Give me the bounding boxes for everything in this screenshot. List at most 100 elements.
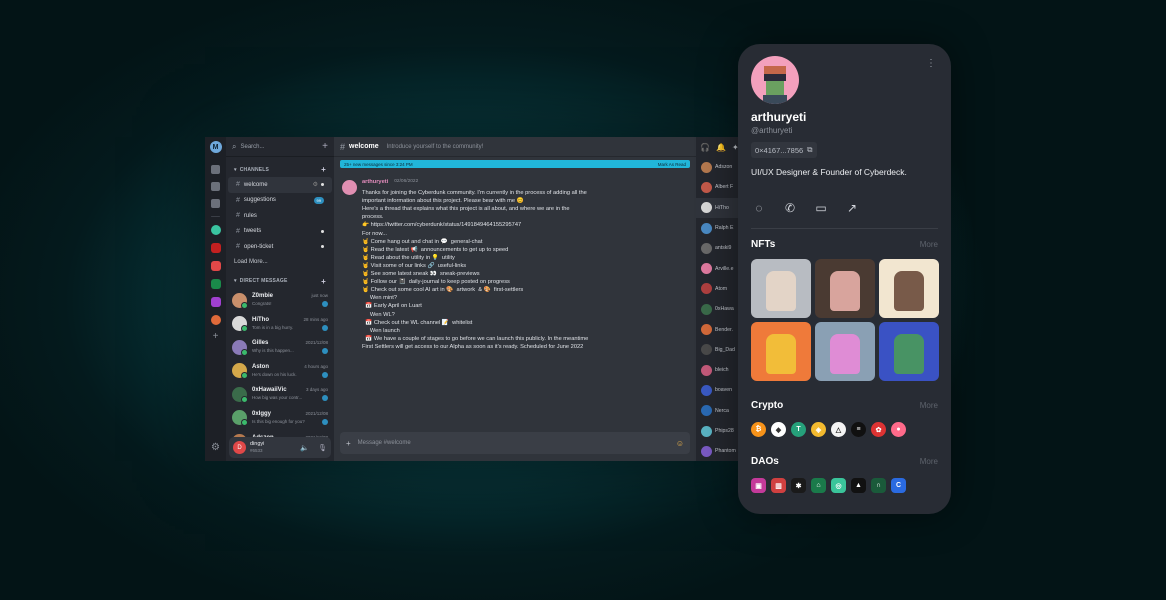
server-icon[interactable] — [210, 243, 221, 253]
dao-triangle-icon[interactable]: ▲ — [851, 478, 866, 493]
dao-c-icon[interactable]: C — [891, 478, 906, 493]
mushroom-icon[interactable]: ✿ — [871, 422, 886, 437]
message-bubble-icon[interactable]: ◌ — [753, 201, 765, 215]
server-icon[interactable] — [210, 297, 221, 307]
avatar[interactable] — [701, 202, 712, 214]
crypto-more-link[interactable]: More — [920, 401, 938, 410]
dao-red-icon[interactable]: ▥ — [771, 478, 786, 493]
app-logo-icon[interactable]: M — [209, 141, 222, 153]
settings-gear-icon[interactable]: ⚙ — [211, 442, 220, 453]
server-icon[interactable] — [210, 315, 221, 325]
nft-thumbnail[interactable] — [879, 259, 939, 318]
search-input[interactable]: Search... — [240, 144, 264, 150]
avatar[interactable] — [232, 410, 248, 427]
avatar[interactable] — [701, 263, 712, 275]
avatar[interactable] — [232, 386, 248, 403]
add-channel-button[interactable]: + — [321, 165, 326, 174]
nft-thumbnail[interactable] — [751, 322, 811, 381]
add-server-icon[interactable]: + — [213, 331, 219, 342]
member-item[interactable]: Big_Dad — [696, 340, 740, 360]
dao-green-icon[interactable]: ⌂ — [811, 478, 826, 493]
member-item[interactable]: Ralph E — [696, 218, 740, 238]
more-options-icon[interactable]: ⋮ — [926, 58, 936, 69]
channel-item-suggestions[interactable]: # suggestions 99 — [228, 193, 332, 209]
member-item[interactable]: Albert F — [696, 177, 740, 197]
member-item[interactable]: Arville.e — [696, 258, 740, 278]
dm-item[interactable]: Gilles 2021/12/08 Why is this happen... — [226, 336, 334, 360]
message-input[interactable]: Message #welcome — [358, 440, 411, 446]
dm-item[interactable]: HiTho 28 mins ago Tom is in a big hurry. — [226, 312, 334, 336]
bell-icon[interactable]: 🔔 — [716, 143, 726, 152]
member-item[interactable]: Bender. — [696, 319, 740, 339]
avatar[interactable] — [701, 425, 712, 437]
external-link-icon[interactable]: ↗ — [846, 201, 858, 215]
new-messages-banner[interactable]: 25+ new messages since 3:24 PM Mark As R… — [340, 160, 690, 168]
member-item[interactable]: HiTho — [696, 197, 740, 218]
emoji-icon[interactable]: ☺ — [676, 439, 684, 448]
dm-item[interactable]: 0xIggy 2021/12/08 Is this big enough for y… — [226, 406, 334, 430]
member-item[interactable]: Adszon — [696, 157, 740, 177]
nft-thumbnail[interactable] — [751, 259, 811, 318]
speaker-icon[interactable]: 🔈 — [300, 444, 309, 452]
chat-icon[interactable] — [211, 165, 220, 174]
eth-icon[interactable]: ◆ — [771, 422, 786, 437]
avatar[interactable] — [701, 344, 712, 356]
member-item[interactable]: Nerca — [696, 401, 740, 421]
server-icon[interactable] — [210, 225, 221, 235]
bnb-icon[interactable]: ◈ — [811, 422, 826, 437]
member-item[interactable]: antski9 — [696, 238, 740, 258]
avatar[interactable] — [701, 324, 712, 336]
channels-header[interactable]: ▾ CHANNELS + — [226, 157, 334, 177]
search-bar[interactable]: ⌕ Search... + — [226, 137, 334, 157]
mark-as-read-button[interactable]: Mark As Read — [658, 162, 686, 167]
avatar[interactable] — [701, 364, 712, 376]
channel-item-welcome[interactable]: # welcome ⚙ — [228, 177, 332, 193]
server-icon[interactable] — [210, 279, 221, 289]
avatar[interactable] — [701, 384, 712, 396]
avatar[interactable] — [232, 316, 248, 333]
dao-star-icon[interactable]: ✱ — [791, 478, 806, 493]
member-item[interactable]: 0xHawa — [696, 299, 740, 319]
channel-item-tweets[interactable]: # tweets — [228, 224, 332, 240]
avatar[interactable] — [701, 222, 712, 234]
daos-more-link[interactable]: More — [920, 457, 938, 466]
settings-gear-icon[interactable]: ⚙ — [313, 181, 318, 188]
nft-thumbnail[interactable] — [879, 322, 939, 381]
message-author[interactable]: arthuryeti — [362, 178, 388, 186]
inbox-icon[interactable] — [211, 182, 220, 191]
add-dm-button[interactable]: + — [321, 277, 326, 286]
nft-thumbnail[interactable] — [815, 259, 875, 318]
btc-icon[interactable]: ₿ — [751, 422, 766, 437]
member-item[interactable]: Phantom — [696, 441, 740, 461]
avatar[interactable] — [342, 180, 357, 195]
member-item[interactable]: bleich — [696, 360, 740, 380]
avatar[interactable] — [701, 283, 712, 295]
folder-icon[interactable] — [211, 199, 220, 208]
avatar[interactable] — [701, 405, 712, 417]
avatar[interactable] — [701, 161, 712, 173]
message-composer[interactable]: + Message #welcome ☺ — [340, 432, 690, 454]
usdt-icon[interactable]: T — [791, 422, 806, 437]
nft-thumbnail[interactable] — [815, 322, 875, 381]
dao-ring-icon[interactable]: ◎ — [831, 478, 846, 493]
avatar[interactable] — [701, 242, 712, 254]
server-icon[interactable] — [210, 261, 221, 271]
phone-icon[interactable]: ✆ — [784, 201, 796, 215]
microphone-icon[interactable]: 🎙 — [318, 444, 327, 452]
new-button[interactable]: + — [322, 141, 328, 152]
load-more-link[interactable]: Load More... — [226, 255, 334, 269]
avatar[interactable] — [232, 292, 248, 309]
wallet-address[interactable]: 0×4167...7856 ⧉ — [751, 142, 817, 158]
nfts-more-link[interactable]: More — [920, 240, 938, 249]
avatar[interactable] — [232, 363, 248, 380]
headphones-icon[interactable]: 🎧 — [700, 143, 710, 152]
direct-message-header[interactable]: ▾ DIRECT MESSAGE + — [226, 269, 334, 289]
avatar[interactable]: D — [233, 441, 246, 454]
dm-item[interactable]: Aston 4 hours ago He's down on his luck. — [226, 359, 334, 383]
copy-icon[interactable]: ⧉ — [807, 145, 812, 155]
avatar[interactable] — [701, 303, 712, 315]
gradient-icon[interactable]: ● — [891, 422, 906, 437]
member-item[interactable]: boaven — [696, 380, 740, 400]
dao-headset-icon[interactable]: ∩ — [871, 478, 886, 493]
avatar[interactable] — [232, 339, 248, 356]
